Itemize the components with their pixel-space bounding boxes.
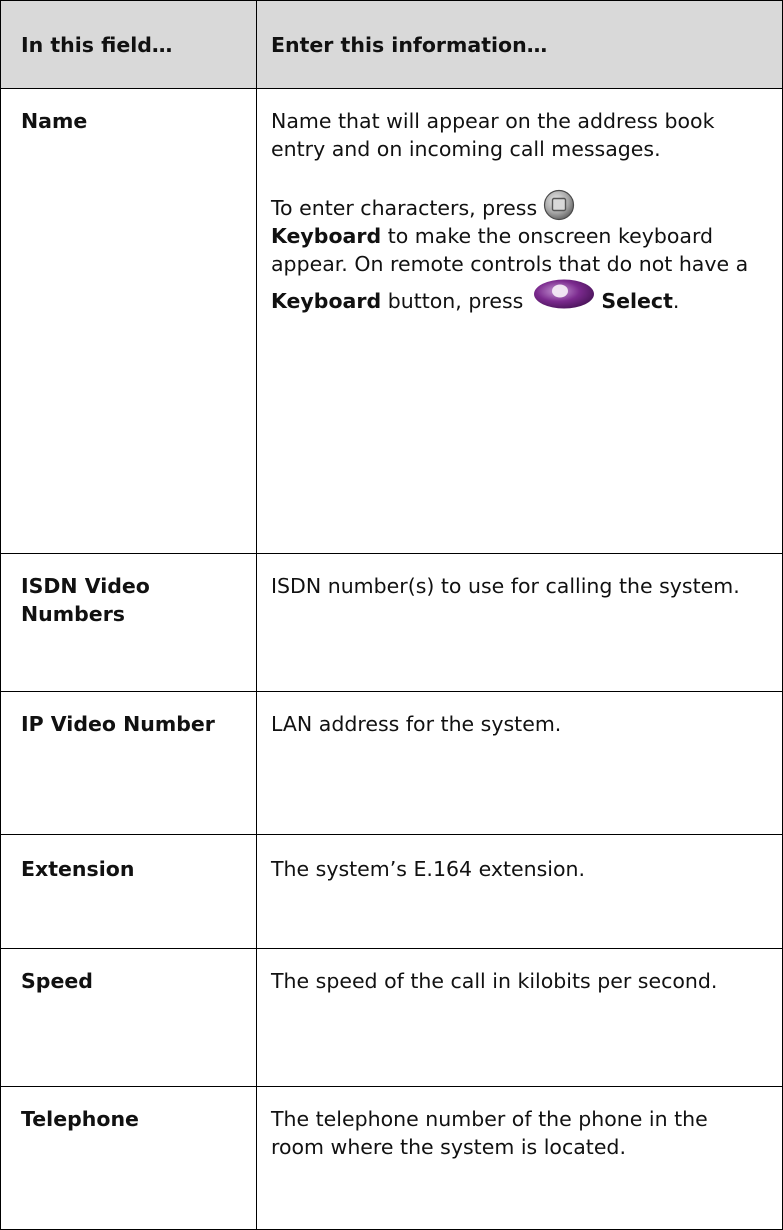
- field-name-info: Name that will appear on the address boo…: [256, 88, 783, 554]
- table-header-row: In this field… Enter this information…: [0, 0, 783, 89]
- name-info-paragraph-2: To enter characters, press Keyboard to m…: [271, 189, 762, 315]
- select-keyword: Select: [601, 289, 673, 313]
- name-info-text-mid2: button, press: [381, 289, 524, 313]
- select-button-icon: [533, 278, 595, 310]
- field-extension-label: Extension: [0, 834, 257, 949]
- table-row-isdn: ISDN Video Numbers ISDN number(s) to use…: [0, 553, 783, 692]
- table-row-speed: Speed The speed of the call in kilobits …: [0, 948, 783, 1087]
- table-row-extension: Extension The system’s E.164 extension.: [0, 834, 783, 949]
- header-field: In this field…: [0, 0, 257, 89]
- field-telephone-info: The telephone number of the phone in the…: [256, 1086, 783, 1230]
- field-description-table: In this field… Enter this information… N…: [0, 0, 783, 1230]
- field-speed-label: Speed: [0, 948, 257, 1087]
- field-telephone-label: Telephone: [0, 1086, 257, 1230]
- header-info: Enter this information…: [256, 0, 783, 89]
- field-isdn-label: ISDN Video Numbers: [0, 553, 257, 692]
- field-name-label: Name: [0, 88, 257, 554]
- keyboard-keyword-1: Keyboard: [271, 224, 382, 248]
- table-row-name: Name Name that will appear on the addres…: [0, 88, 783, 554]
- field-extension-info: The system’s E.164 extension.: [256, 834, 783, 949]
- name-info-text-end: .: [672, 289, 680, 313]
- name-info-paragraph-1: Name that will appear on the address boo…: [271, 109, 715, 161]
- field-ip-label: IP Video Number: [0, 691, 257, 835]
- keyboard-button-icon: [543, 189, 575, 221]
- table-row-ip: IP Video Number LAN address for the syst…: [0, 691, 783, 835]
- field-isdn-info: ISDN number(s) to use for calling the sy…: [256, 553, 783, 692]
- field-speed-info: The speed of the call in kilobits per se…: [256, 948, 783, 1087]
- keyboard-keyword-2: Keyboard: [271, 289, 382, 313]
- field-ip-info: LAN address for the system.: [256, 691, 783, 835]
- name-info-text-pre: To enter characters, press: [271, 196, 538, 220]
- table-row-telephone: Telephone The telephone number of the ph…: [0, 1086, 783, 1230]
